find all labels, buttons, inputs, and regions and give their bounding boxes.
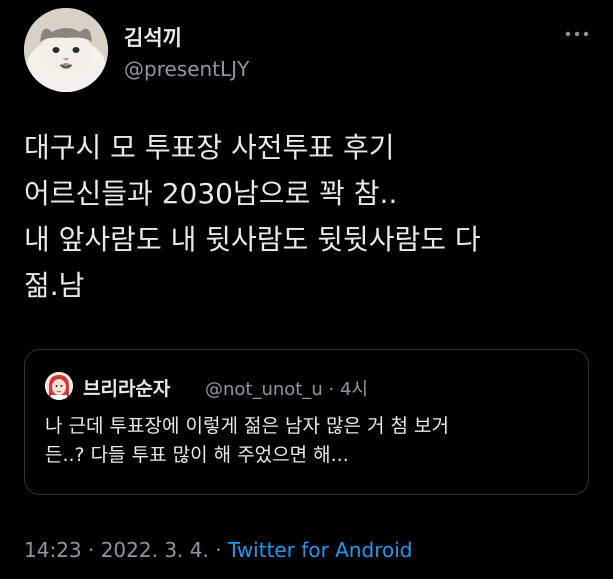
- tweet-line: 대구시 모 투표장 사전투표 후기: [24, 131, 395, 164]
- author-avatar[interactable]: [24, 8, 108, 92]
- tweet-line: 내 앞사람도 내 뒷사람도 뒷뒷사람도 다: [24, 223, 481, 256]
- more-horizontal-icon[interactable]: [562, 26, 592, 42]
- quote-line: 든..? 다들 투표 많이 해 주었으면 해...: [45, 444, 349, 466]
- cat-avatar-icon: [24, 8, 108, 92]
- quote-line: 나 근데 투표장에 이렇게 젊은 남자 많은 거 첨 보거: [45, 415, 449, 437]
- author-display-name[interactable]: 김석끼: [124, 22, 182, 52]
- timestamp-row: 14:23 · 2022. 3. 4. · Twitter for Androi…: [24, 538, 413, 562]
- quoted-tweet-card[interactable]: 브리라순자 @not_unot_u · 4시 나 근데 투표장에 이렇게 젊은 …: [24, 349, 589, 495]
- timestamp[interactable]: 14:23 · 2022. 3. 4. ·: [24, 538, 228, 562]
- quote-text: 나 근데 투표장에 이렇게 젊은 남자 많은 거 첨 보거 든..? 다들 투표…: [45, 412, 575, 470]
- doll-avatar-icon: [45, 372, 73, 400]
- quote-display-name[interactable]: 브리라순자: [83, 374, 170, 401]
- author-handle[interactable]: @presentLJY: [124, 57, 249, 81]
- source-link[interactable]: Twitter for Android: [228, 538, 413, 562]
- quote-avatar[interactable]: [45, 372, 73, 400]
- quote-handle-time: @not_unot_u · 4시: [205, 379, 368, 400]
- tweet-line: 어르신들과 2030남으로 꽉 참..: [24, 177, 398, 210]
- tweet-line: 젊.남: [24, 269, 85, 302]
- tweet-text: 대구시 모 투표장 사전투표 후기 어르신들과 2030남으로 꽉 참.. 내 …: [24, 125, 594, 309]
